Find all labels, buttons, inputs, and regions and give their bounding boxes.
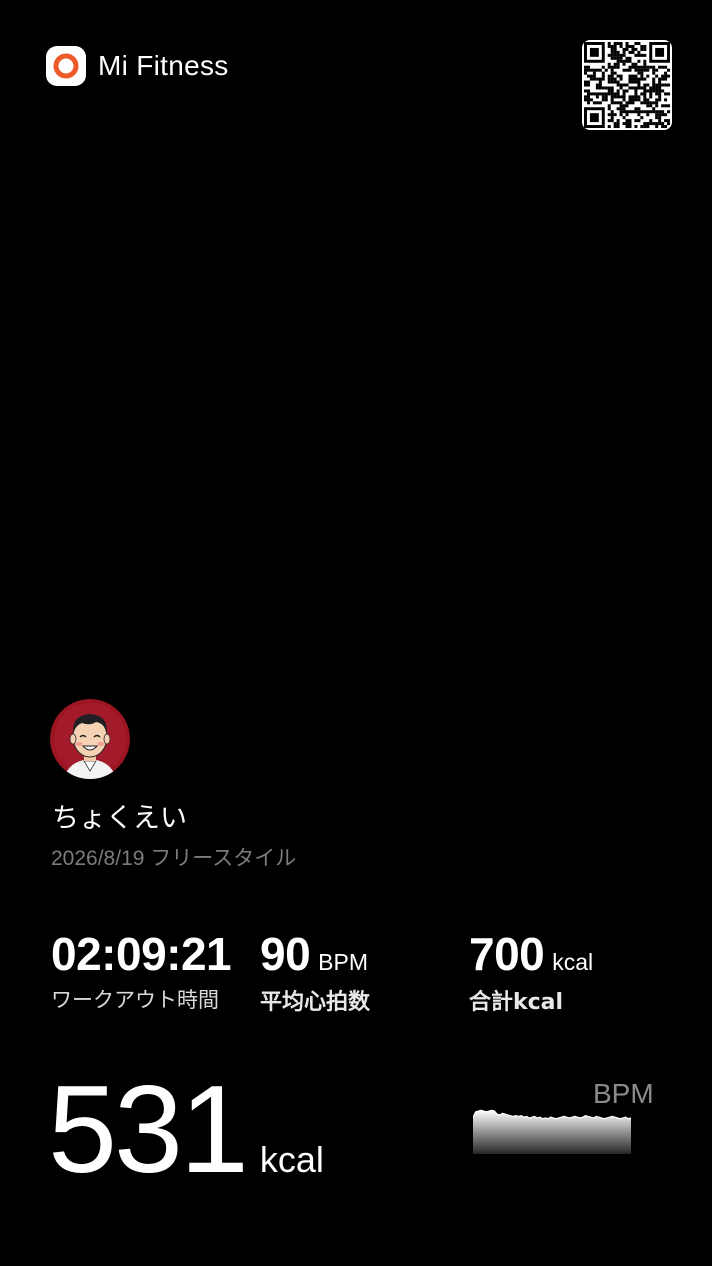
- hr-chart-label: BPM: [593, 1078, 654, 1109]
- user-avatar[interactable]: [50, 699, 130, 779]
- stat-label: 平均心拍数: [260, 990, 371, 1015]
- stat-value: 90: [260, 928, 311, 980]
- stat-unit: kcal: [552, 949, 594, 975]
- stat-workout-duration: 02:09:21 ワークアウト時間: [51, 926, 232, 1014]
- heart-rate-area: [473, 1110, 631, 1154]
- heart-rate-chart: [472, 1108, 632, 1154]
- active-calories-value: 531: [48, 1061, 249, 1199]
- stat-value: 700: [469, 928, 545, 980]
- workout-date-type: 2026/8/19 フリースタイル: [51, 847, 297, 870]
- app-brand: Mi Fitness: [46, 46, 229, 86]
- stat-unit: BPM: [318, 949, 369, 975]
- stat-label: ワークアウト時間: [51, 988, 219, 1012]
- qr-code-icon[interactable]: [582, 40, 672, 130]
- user-name: ちょくえい: [52, 803, 187, 834]
- active-calories: 531 kcal: [48, 1068, 324, 1192]
- stat-label: 合計kcal: [469, 990, 564, 1015]
- stat-total-calories: 700 kcal 合計kcal: [469, 926, 593, 1016]
- mi-fitness-ring-icon: [46, 46, 86, 86]
- active-calories-unit: kcal: [259, 1139, 324, 1180]
- app-name: Mi Fitness: [98, 50, 229, 81]
- stat-average-heart-rate: 90 BPM 平均心拍数: [260, 926, 370, 1016]
- stat-value: 02:09:21: [51, 928, 232, 980]
